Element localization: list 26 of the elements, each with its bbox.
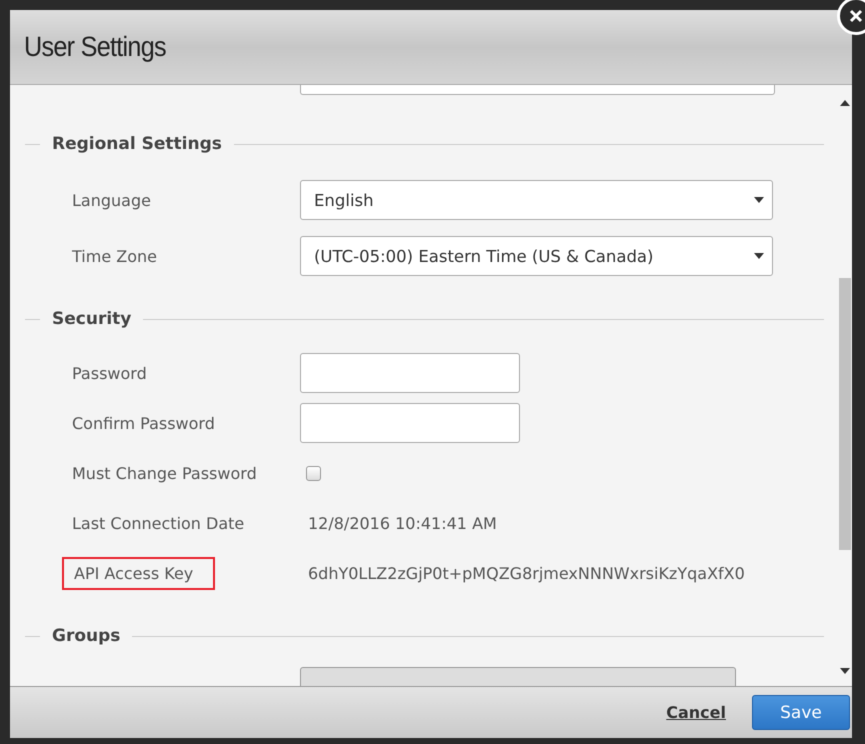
window-title: User Settings xyxy=(24,31,166,63)
save-button[interactable]: Save xyxy=(752,695,850,730)
input-field[interactable] xyxy=(300,85,775,95)
field-label: Last Connection Date xyxy=(72,514,244,532)
scroll-up-icon xyxy=(840,100,850,106)
caret-icon xyxy=(754,253,764,259)
field-value: 12/8/2016 10:41:41 AM xyxy=(307,514,497,532)
password-field[interactable] xyxy=(300,353,520,393)
field-label: API Access Key xyxy=(62,556,216,590)
field-label: Must Change Password xyxy=(72,464,257,482)
dropdown[interactable]: English xyxy=(300,180,773,220)
section-heading: Regional Settings xyxy=(52,134,222,154)
section-heading: Security xyxy=(52,309,132,329)
cancel-link[interactable]: Cancel xyxy=(666,703,726,722)
caret-icon xyxy=(754,197,764,203)
scroll-down-icon xyxy=(840,668,850,674)
close-icon xyxy=(849,9,863,23)
field-label: Language xyxy=(72,190,151,210)
field-value: 6dhY0LLZ2zGjP0t+pMQZG8rjmexNNNWxrsiKzYqaXfX0 xyxy=(307,564,745,582)
field-label: Confirm Password xyxy=(72,414,215,432)
field-label: Password xyxy=(72,364,147,382)
checkbox[interactable] xyxy=(306,466,321,480)
field-label: Time Zone xyxy=(72,246,157,266)
section-heading: Groups xyxy=(52,626,120,646)
dropdown[interactable]: (UTC-05:00) Eastern Time (US & Canada) xyxy=(300,236,773,276)
password-field[interactable] xyxy=(300,403,520,443)
